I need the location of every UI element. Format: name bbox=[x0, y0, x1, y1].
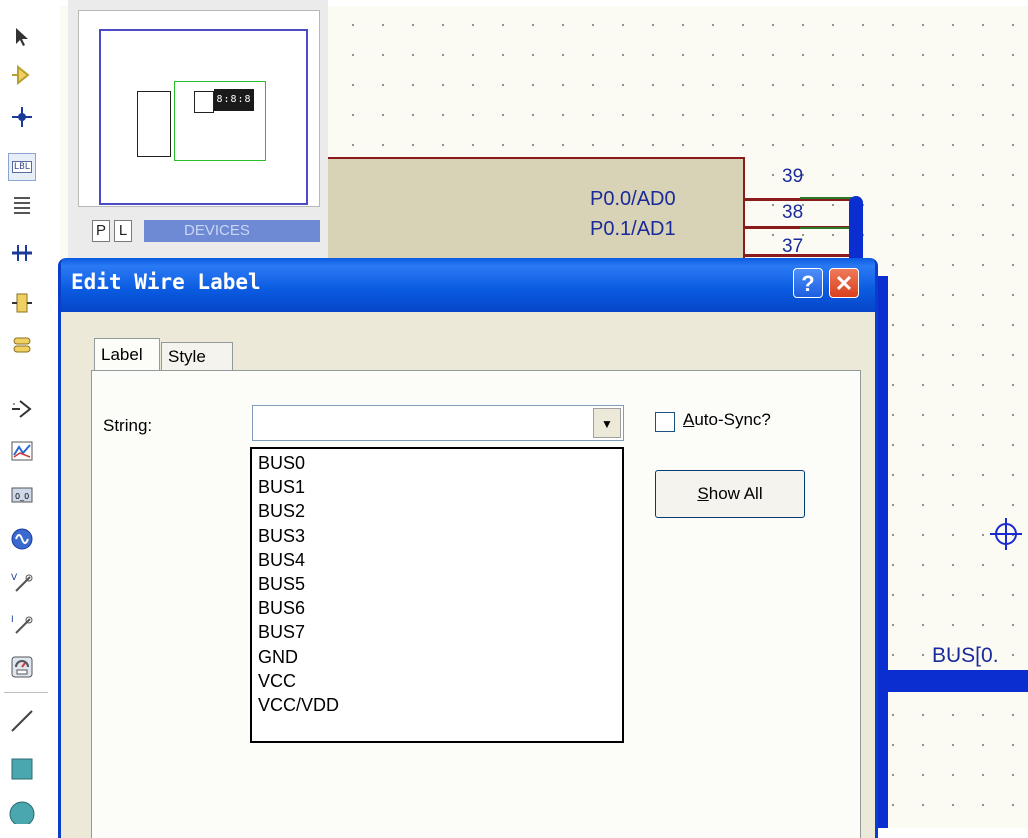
list-item[interactable]: BUS3 bbox=[258, 524, 622, 548]
svg-text:V: V bbox=[11, 573, 18, 583]
dropdown-arrow-icon[interactable]: ▼ bbox=[593, 408, 621, 438]
library-manager-button[interactable]: L bbox=[114, 220, 132, 242]
show-all-accel: S bbox=[697, 484, 709, 503]
help-button[interactable]: ? bbox=[793, 268, 823, 298]
tape-recorder-icon[interactable]: 0_0 bbox=[9, 482, 35, 508]
close-button[interactable]: ✕ bbox=[829, 268, 859, 298]
junction-dot-icon[interactable] bbox=[9, 104, 35, 130]
list-item[interactable]: VCC/VDD bbox=[258, 693, 622, 717]
overview-display: 8:8:8 bbox=[214, 89, 254, 111]
list-item[interactable]: BUS2 bbox=[258, 499, 622, 523]
subcircuit-icon[interactable] bbox=[9, 290, 35, 316]
mode-toolbar: LBL 0_0 V I bbox=[0, 0, 60, 828]
box-icon[interactable] bbox=[9, 756, 35, 782]
text-script-icon[interactable] bbox=[9, 192, 35, 218]
pick-device-button[interactable]: P bbox=[92, 220, 110, 242]
microcontroller-chip[interactable] bbox=[328, 157, 745, 267]
net-wire-39[interactable] bbox=[800, 197, 852, 199]
wire-label-icon[interactable]: LBL bbox=[8, 153, 36, 181]
tab-label[interactable]: Label bbox=[94, 338, 160, 370]
wire-label-text: LBL bbox=[11, 161, 33, 173]
crosshair-cursor-icon bbox=[988, 516, 1024, 552]
devices-header: DEVICES bbox=[144, 220, 320, 242]
pin-label-p01: P0.1/AD1 bbox=[590, 218, 676, 240]
list-item[interactable]: BUS7 bbox=[258, 620, 622, 644]
selection-arrow-icon[interactable] bbox=[9, 24, 35, 50]
component-icon[interactable] bbox=[9, 62, 35, 88]
list-item[interactable]: BUS5 bbox=[258, 572, 622, 596]
toolbar-divider bbox=[4, 692, 48, 693]
device-pins-icon[interactable] bbox=[9, 396, 35, 422]
list-item[interactable]: VCC bbox=[258, 669, 622, 693]
current-probe-icon[interactable]: I bbox=[9, 612, 35, 638]
tab-style[interactable]: Style bbox=[161, 342, 233, 370]
edit-wire-label-dialog: Edit Wire Label ? ✕ Label Style String: … bbox=[58, 258, 878, 838]
virtual-instruments-icon[interactable] bbox=[9, 654, 35, 680]
list-item[interactable]: GND bbox=[258, 645, 622, 669]
list-item[interactable]: BUS1 bbox=[258, 475, 622, 499]
net-wire-38[interactable] bbox=[800, 227, 852, 229]
auto-sync-text: uto-Sync? bbox=[694, 410, 771, 429]
string-combobox[interactable]: ▼ bbox=[252, 405, 624, 441]
auto-sync-checkbox[interactable] bbox=[655, 412, 675, 432]
svg-text:0_0: 0_0 bbox=[15, 492, 29, 501]
dialog-title: Edit Wire Label bbox=[71, 270, 261, 294]
device-selector-bar: P L DEVICES bbox=[78, 218, 328, 244]
overview-window[interactable]: 8:8:8 bbox=[78, 10, 320, 207]
circle-icon[interactable] bbox=[9, 798, 35, 824]
string-dropdown-list[interactable]: BUS0 BUS1 BUS2 BUS3 BUS4 BUS5 BUS6 BUS7 … bbox=[250, 447, 624, 743]
generator-icon[interactable] bbox=[9, 526, 35, 552]
auto-sync-accel: A bbox=[683, 410, 695, 429]
bus-icon[interactable] bbox=[9, 240, 35, 266]
pin-label-p00: P0.0/AD0 bbox=[590, 188, 676, 210]
graph-icon[interactable] bbox=[9, 438, 35, 464]
voltage-probe-icon[interactable]: V bbox=[9, 570, 35, 596]
line-icon[interactable] bbox=[9, 708, 35, 734]
pin-number-38: 38 bbox=[782, 202, 804, 223]
overview-chip bbox=[137, 91, 171, 157]
terminals-icon[interactable] bbox=[9, 332, 35, 358]
auto-sync-label[interactable]: Auto-Sync? bbox=[683, 410, 771, 430]
bus-label[interactable]: BUS[0. bbox=[932, 644, 999, 668]
show-all-text: how All bbox=[708, 484, 763, 503]
list-item[interactable]: BUS4 bbox=[258, 548, 622, 572]
pin-number-37: 37 bbox=[782, 236, 804, 257]
overview-part bbox=[194, 91, 214, 113]
show-all-button[interactable]: Show All bbox=[655, 470, 805, 518]
svg-text:I: I bbox=[11, 615, 14, 625]
dialog-titlebar[interactable]: Edit Wire Label ? ✕ bbox=[61, 258, 875, 312]
list-item[interactable]: BUS0 bbox=[258, 451, 622, 475]
pin-number-39: 39 bbox=[782, 166, 804, 187]
bus-horizontal[interactable] bbox=[876, 670, 1028, 692]
list-item[interactable]: BUS6 bbox=[258, 596, 622, 620]
string-label: String: bbox=[103, 416, 153, 435]
